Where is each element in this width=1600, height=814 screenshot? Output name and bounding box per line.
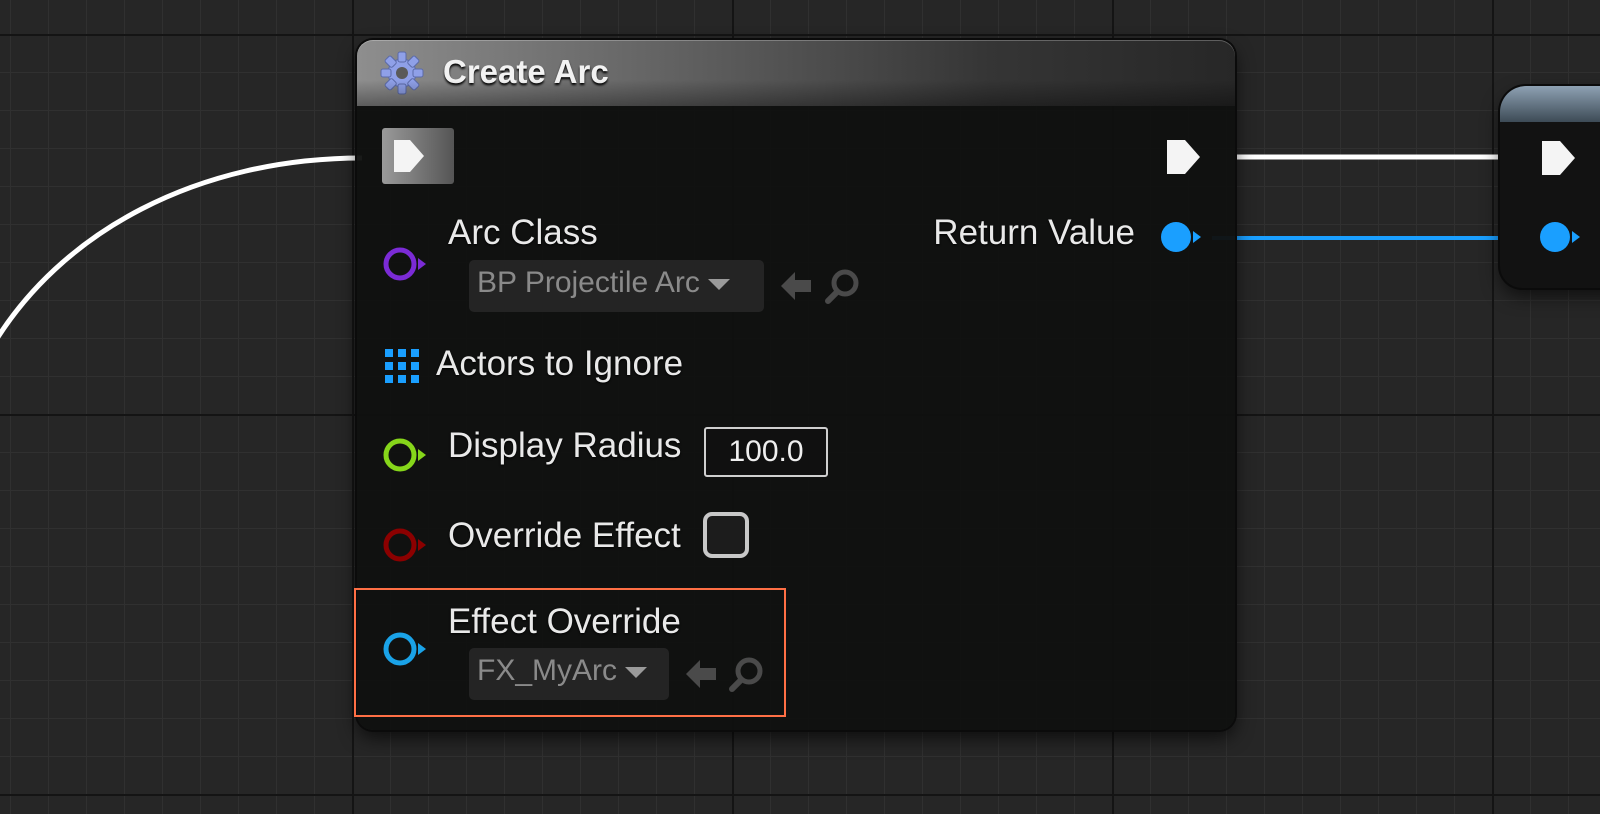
effect-override-label: Effect Override	[448, 602, 681, 641]
exec-pin-icon	[394, 140, 424, 172]
display-radius-input[interactable]: 100.0	[704, 427, 828, 477]
arc-class-pin[interactable]	[383, 245, 429, 283]
effect-override-dropdown[interactable]: FX_MyArc	[469, 648, 669, 700]
arrow-left-icon[interactable]	[682, 654, 722, 694]
object-input-pin[interactable]	[1538, 220, 1584, 254]
next-node[interactable]	[1500, 86, 1600, 288]
return-value-label: Return Value	[933, 213, 1135, 252]
next-node-header[interactable]	[1500, 86, 1600, 122]
chevron-down-icon	[625, 666, 648, 678]
arc-class-value: BP Projectile Arc	[477, 266, 700, 299]
display-radius-label: Display Radius	[448, 426, 682, 465]
return-value-pin[interactable]	[1159, 220, 1205, 254]
node-header[interactable]: Create Arc	[357, 40, 1235, 106]
display-radius-pin[interactable]	[383, 436, 429, 474]
chevron-down-icon	[707, 278, 730, 290]
arrow-left-icon[interactable]	[777, 266, 817, 306]
exec-input-pin[interactable]	[382, 128, 454, 184]
search-icon[interactable]	[823, 266, 863, 306]
effect-override-value: FX_MyArc	[477, 654, 618, 687]
effect-override-pin[interactable]	[383, 630, 429, 668]
node-title: Create Arc	[443, 53, 609, 90]
array-grid-icon[interactable]	[385, 349, 419, 383]
exec-input-pin[interactable]	[1538, 138, 1578, 178]
exec-wire-incoming[interactable]	[0, 155, 363, 350]
arc-class-label: Arc Class	[448, 213, 598, 252]
arc-class-dropdown[interactable]: BP Projectile Arc	[469, 260, 764, 312]
override-effect-checkbox[interactable]	[703, 512, 749, 558]
create-arc-node[interactable]: Create Arc Return Value Arc Class BP Pro…	[354, 40, 1235, 730]
override-effect-label: Override Effect	[448, 516, 681, 555]
search-icon[interactable]	[727, 654, 767, 694]
actors-to-ignore-label: Actors to Ignore	[436, 344, 684, 383]
exec-output-pin[interactable]	[1163, 137, 1203, 177]
gear-icon	[380, 51, 424, 95]
override-effect-pin[interactable]	[383, 526, 429, 564]
